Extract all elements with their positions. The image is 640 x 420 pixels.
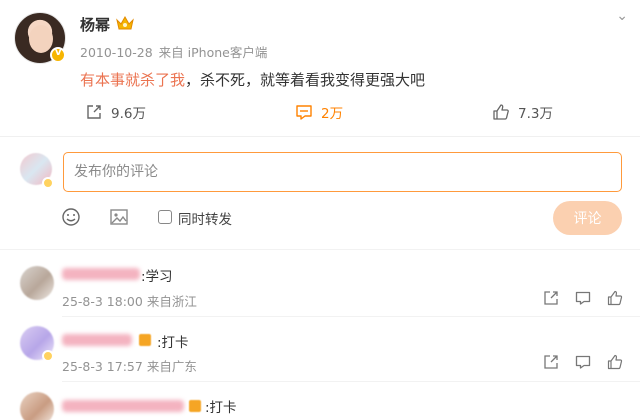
emoji-icon[interactable] — [61, 207, 81, 227]
comment-count: 2万 — [321, 106, 344, 122]
divider — [0, 136, 640, 137]
repost-checkbox[interactable] — [158, 210, 172, 224]
like-count: 7.3万 — [518, 106, 553, 122]
share-out-icon[interactable] — [543, 290, 559, 306]
comment-date: 25-8-3 17:57 — [62, 359, 143, 374]
submit-comment-button[interactable]: 评论 — [553, 201, 622, 235]
comment-date: 25-8-3 18:00 — [62, 294, 143, 309]
crown-icon — [116, 15, 134, 30]
fan-badge-icon — [139, 334, 151, 346]
comment-username[interactable] — [62, 334, 132, 346]
comment-username[interactable] — [62, 400, 184, 412]
member-badge-icon — [42, 350, 54, 362]
repost-button[interactable]: 9.6万 — [85, 101, 146, 123]
comment-button[interactable]: 2万 — [295, 101, 343, 123]
username[interactable]: 杨幂 — [80, 14, 110, 35]
divider — [62, 316, 640, 317]
divider — [0, 249, 640, 250]
post-text: 有本事就杀了我，杀不死，就等着看我变得更强大吧 — [80, 69, 425, 90]
post-meta: 2010-10-28 来自 iPhone客户端 — [80, 42, 267, 61]
repost-checkbox-label[interactable]: 同时转发 — [178, 208, 232, 228]
comment-bubble-icon[interactable] — [575, 354, 591, 370]
post-source: 来自 iPhone客户端 — [158, 45, 268, 60]
thumbs-up-icon[interactable] — [607, 290, 623, 306]
comment-username[interactable] — [62, 268, 140, 280]
comment-actions — [543, 354, 623, 370]
thumbs-up-icon — [493, 104, 509, 120]
comment-meta: 25-8-3 17:57 来自广东 — [62, 356, 197, 375]
comment-text: :打卡 — [157, 335, 189, 351]
thumbs-up-icon[interactable] — [607, 354, 623, 370]
repost-count: 9.6万 — [111, 106, 146, 122]
comment-input[interactable] — [63, 152, 622, 192]
image-icon[interactable] — [109, 207, 129, 227]
share-out-icon — [87, 105, 101, 119]
post-date: 2010-10-28 — [80, 45, 153, 60]
chevron-down-icon[interactable]: ⌄ — [616, 8, 628, 24]
comment-actions — [543, 290, 623, 306]
comment-text: :学习 — [141, 269, 173, 285]
comment-avatar[interactable] — [20, 266, 54, 300]
comment-source: 来自浙江 — [146, 294, 197, 309]
comment-bubble-icon — [296, 105, 312, 120]
post-text-highlight[interactable]: 有本事就杀了我 — [80, 71, 185, 89]
member-badge-icon — [42, 177, 54, 189]
comment-avatar[interactable] — [20, 392, 54, 420]
share-out-icon[interactable] — [543, 354, 559, 370]
verified-badge-icon — [50, 47, 66, 63]
comment-source: 来自广东 — [146, 359, 197, 374]
post-text-rest: ，杀不死，就等着看我变得更强大吧 — [185, 71, 426, 89]
fan-badge-icon — [189, 400, 201, 412]
comment-text: :打卡 — [205, 400, 237, 416]
divider — [62, 381, 640, 382]
comment-bubble-icon[interactable] — [575, 290, 591, 306]
comment-meta: 25-8-3 18:00 来自浙江 — [62, 291, 197, 310]
like-button[interactable]: 7.3万 — [492, 101, 553, 123]
